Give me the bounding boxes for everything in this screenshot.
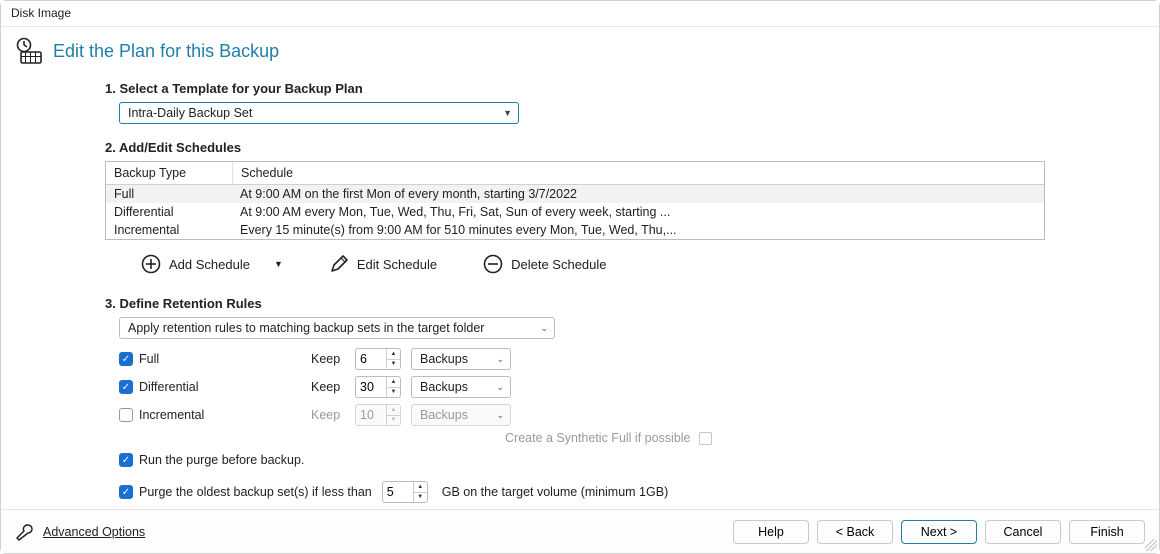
plan-icon	[15, 37, 43, 65]
help-button[interactable]: Help	[733, 520, 809, 544]
differential-unit-value: Backups	[420, 380, 468, 394]
edit-schedule-button[interactable]: Edit Schedule	[329, 254, 437, 274]
run-purge-label: Run the purge before backup.	[139, 453, 304, 467]
schedule-table-body: Full At 9:00 AM on the first Mon of ever…	[106, 185, 1044, 239]
purge-oldest-spinner[interactable]: ▲▼	[382, 481, 428, 503]
delete-schedule-button[interactable]: Delete Schedule	[483, 254, 606, 274]
edit-schedule-label: Edit Schedule	[357, 257, 437, 272]
schedule-row-text: At 9:00 AM every Mon, Tue, Wed, Thu, Fri…	[232, 203, 1044, 221]
retention-row-full: ✓ Full Keep ▲▼ Backups ⌄	[119, 345, 1053, 373]
resize-grip-icon[interactable]	[1145, 539, 1157, 551]
incremental-unit-value: Backups	[420, 408, 468, 422]
step3-heading: 3. Define Retention Rules	[105, 296, 1053, 311]
chevron-down-icon: ⌄	[496, 354, 504, 365]
keep-label: Keep	[311, 408, 345, 422]
synthetic-full-label: Create a Synthetic Full if possible	[505, 431, 691, 445]
differential-unit-select[interactable]: Backups ⌄	[411, 376, 511, 398]
differential-label: Differential	[139, 380, 199, 394]
purge-oldest-suffix: GB on the target volume (minimum 1GB)	[442, 485, 668, 499]
spin-down-icon: ▼	[387, 415, 400, 426]
incremental-unit-select: Backups ⌄	[411, 404, 511, 426]
wizard-content: 1. Select a Template for your Backup Pla…	[1, 81, 1053, 503]
chevron-down-icon: ⌄	[496, 382, 504, 393]
delete-schedule-label: Delete Schedule	[511, 257, 606, 272]
minus-circle-icon	[483, 254, 503, 274]
full-keep-value[interactable]	[356, 349, 386, 369]
schedule-table-header: Backup Type Schedule	[106, 162, 1044, 185]
page-header: Edit the Plan for this Backup	[1, 27, 1159, 71]
next-button[interactable]: Next >	[901, 520, 977, 544]
schedule-row-incremental[interactable]: Incremental Every 15 minute(s) from 9:00…	[106, 221, 1044, 239]
spin-up-icon[interactable]: ▲	[414, 482, 427, 492]
schedule-toolbar: Add Schedule ▼ Edit Schedule Delete Sche…	[141, 254, 1053, 274]
schedule-row-type: Incremental	[106, 221, 232, 239]
pencil-icon	[329, 254, 349, 274]
full-label: Full	[139, 352, 159, 366]
keep-label: Keep	[311, 352, 345, 366]
purge-oldest-value[interactable]	[383, 482, 413, 502]
window-titlebar: Disk Image	[1, 1, 1159, 27]
wizard-footer: Advanced Options Help < Back Next > Canc…	[1, 509, 1159, 553]
retention-row-incremental: Incremental Keep ▲▼ Backups ⌄	[119, 401, 1053, 429]
finish-button[interactable]: Finish	[1069, 520, 1145, 544]
incremental-keep-spinner: ▲▼	[355, 404, 401, 426]
wrench-icon	[15, 522, 35, 542]
full-unit-value: Backups	[420, 352, 468, 366]
advanced-options-link[interactable]: Advanced Options	[15, 522, 145, 542]
template-select[interactable]: Intra-Daily Backup Set ▼	[119, 102, 519, 124]
schedule-row-type: Differential	[106, 203, 232, 221]
differential-keep-value[interactable]	[356, 377, 386, 397]
step1-heading: 1. Select a Template for your Backup Pla…	[105, 81, 1053, 96]
incremental-keep-value	[356, 405, 386, 425]
retention-scope-value: Apply retention rules to matching backup…	[128, 321, 484, 335]
back-button[interactable]: < Back	[817, 520, 893, 544]
synthetic-full-checkbox	[699, 432, 712, 445]
run-purge-row: ✓ Run the purge before backup.	[119, 453, 1053, 467]
schedule-row-differential[interactable]: Differential At 9:00 AM every Mon, Tue, …	[106, 203, 1044, 221]
page-title: Edit the Plan for this Backup	[53, 41, 279, 62]
full-checkbox[interactable]: ✓	[119, 352, 133, 366]
spin-up-icon[interactable]: ▲	[387, 349, 400, 359]
spin-down-icon[interactable]: ▼	[387, 387, 400, 398]
differential-checkbox[interactable]: ✓	[119, 380, 133, 394]
add-schedule-label: Add Schedule	[169, 257, 250, 272]
incremental-checkbox[interactable]	[119, 408, 133, 422]
spin-up-icon[interactable]: ▲	[387, 377, 400, 387]
keep-label: Keep	[311, 380, 345, 394]
schedule-table[interactable]: Backup Type Schedule Full At 9:00 AM on …	[105, 161, 1045, 240]
plus-circle-icon	[141, 254, 161, 274]
differential-keep-spinner[interactable]: ▲▼	[355, 376, 401, 398]
run-purge-checkbox[interactable]: ✓	[119, 453, 133, 467]
chevron-down-icon: ▼	[503, 108, 512, 118]
col-backup-type[interactable]: Backup Type	[106, 162, 232, 184]
purge-oldest-row: ✓ Purge the oldest backup set(s) if less…	[119, 481, 1053, 503]
chevron-down-icon: ⌄	[496, 410, 504, 421]
chevron-down-icon[interactable]: ▼	[274, 259, 283, 269]
schedule-row-text: Every 15 minute(s) from 9:00 AM for 510 …	[232, 221, 1044, 239]
schedule-row-full[interactable]: Full At 9:00 AM on the first Mon of ever…	[106, 185, 1044, 203]
retention-scope-select[interactable]: Apply retention rules to matching backup…	[119, 317, 555, 339]
schedule-row-text: At 9:00 AM on the first Mon of every mon…	[232, 185, 1044, 203]
spin-down-icon[interactable]: ▼	[387, 359, 400, 370]
purge-oldest-checkbox[interactable]: ✓	[119, 485, 133, 499]
step2-heading: 2. Add/Edit Schedules	[105, 140, 1053, 155]
synthetic-full-row: Create a Synthetic Full if possible	[505, 431, 1053, 445]
full-unit-select[interactable]: Backups ⌄	[411, 348, 511, 370]
chevron-down-icon: ⌄	[540, 323, 548, 334]
incremental-label: Incremental	[139, 408, 204, 422]
retention-row-differential: ✓ Differential Keep ▲▼ Backups ⌄	[119, 373, 1053, 401]
cancel-button[interactable]: Cancel	[985, 520, 1061, 544]
advanced-options-label: Advanced Options	[43, 525, 145, 539]
spin-down-icon[interactable]: ▼	[414, 492, 427, 503]
window-title: Disk Image	[11, 6, 71, 20]
template-select-value: Intra-Daily Backup Set	[128, 106, 252, 120]
spin-up-icon: ▲	[387, 405, 400, 415]
schedule-row-type: Full	[106, 185, 232, 203]
add-schedule-button[interactable]: Add Schedule ▼	[141, 254, 283, 274]
col-schedule[interactable]: Schedule	[232, 162, 1044, 184]
purge-oldest-prefix: Purge the oldest backup set(s) if less t…	[139, 485, 372, 499]
full-keep-spinner[interactable]: ▲▼	[355, 348, 401, 370]
